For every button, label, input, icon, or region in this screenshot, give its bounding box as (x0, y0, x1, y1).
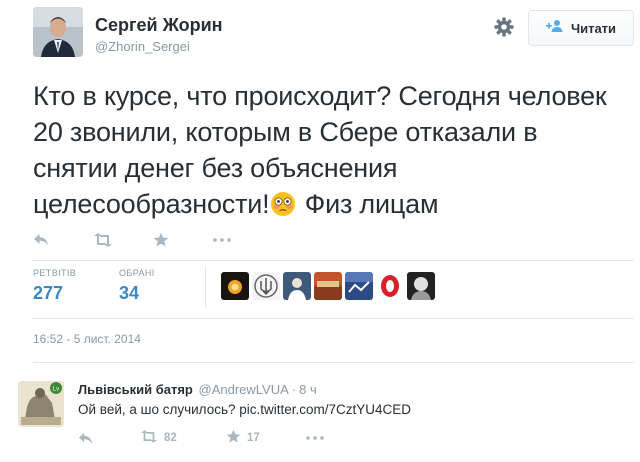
favoriters-avatars (221, 272, 435, 300)
author-avatar[interactable] (33, 7, 83, 57)
reply-retweet-button[interactable]: 82 (140, 430, 226, 446)
favoriter-avatar[interactable] (407, 272, 435, 300)
tweet-text-tail: Физ лицам (297, 189, 439, 219)
reply-author-handle[interactable]: @AndrewLVUA (199, 382, 289, 397)
reply-media-link[interactable]: pic.twitter.com/7CztYU4CED (239, 402, 411, 417)
retweets-count: 277 (33, 283, 64, 303)
gear-icon[interactable] (493, 16, 515, 38)
flushed-face-emoji-icon (270, 190, 296, 216)
stats-divider (205, 266, 206, 308)
retweets-stat[interactable]: РЕТВІТІВ 277 (33, 268, 76, 304)
reply-retweet-count: 82 (164, 432, 177, 444)
reply-header: Львівський батяр @AndrewLVUA · 8 ч (78, 382, 317, 397)
reply-actions: 82 17 (78, 429, 324, 447)
follow-button[interactable]: Читати (528, 10, 634, 46)
reply-icon[interactable] (33, 230, 93, 250)
reply-author-avatar[interactable]: Lv (18, 381, 64, 427)
divider (33, 362, 634, 363)
divider (33, 318, 634, 319)
follow-plus-icon (545, 19, 564, 37)
tweet-actions (33, 230, 273, 250)
author-name[interactable]: Сергей Жорин (95, 15, 223, 36)
retweets-label: РЕТВІТІВ (33, 268, 77, 278)
favoriter-avatar[interactable] (283, 272, 311, 300)
retweet-icon (140, 430, 158, 446)
reply-time[interactable]: 8 ч (299, 382, 317, 397)
favorites-stat[interactable]: ОБРАНІ 34 (119, 268, 155, 304)
retweet-icon[interactable] (93, 230, 153, 250)
favoriter-avatar[interactable] (376, 272, 404, 300)
reply-favorite-button[interactable]: 17 (226, 429, 306, 447)
tweet-timestamp[interactable]: 16:52 - 5 лист. 2014 (33, 332, 141, 346)
reply-text-body: Ой вей, а шо случилось? (78, 402, 236, 417)
favorite-star-icon (226, 429, 241, 447)
favoriter-avatar[interactable] (345, 272, 373, 300)
author-handle[interactable]: @Zhorin_Sergei (95, 39, 190, 54)
tweet-card: Сергей Жорин @Zhorin_Sergei Читати Кто в… (0, 0, 640, 462)
reply-reply-icon[interactable] (78, 432, 140, 445)
favoriter-avatar[interactable] (252, 272, 280, 300)
svg-text:Lv: Lv (53, 387, 59, 393)
reply-more-icon[interactable] (306, 436, 324, 440)
favoriter-avatar[interactable] (314, 272, 342, 300)
follow-button-label: Читати (570, 20, 617, 36)
reply-author-name[interactable]: Львівський батяр (78, 382, 193, 397)
favorites-label: ОБРАНІ (119, 268, 155, 278)
favorites-count: 34 (119, 283, 140, 303)
more-icon[interactable] (213, 230, 273, 250)
tweet-text: Кто в курсе, что происходит? Сегодня чел… (33, 78, 623, 222)
reply-favorite-count: 17 (247, 432, 260, 444)
reply-text: Ой вей, а шо случилось? pic.twitter.com/… (78, 402, 411, 417)
favorite-star-icon[interactable] (153, 230, 213, 250)
reply-separator: · (291, 382, 297, 397)
favoriter-avatar[interactable] (221, 272, 249, 300)
divider (33, 260, 634, 261)
